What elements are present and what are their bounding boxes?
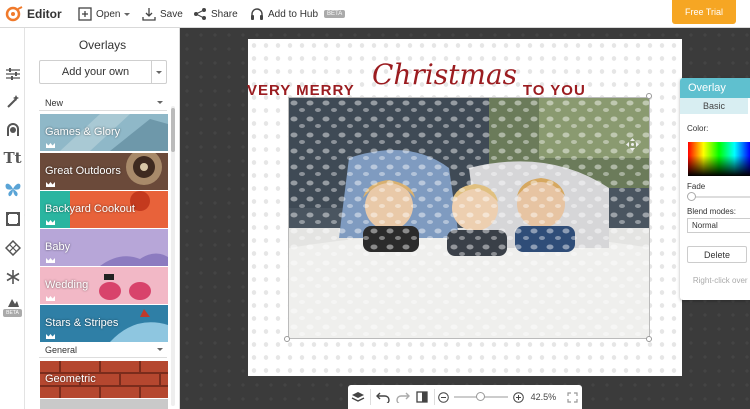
blend-label: Blend modes:	[687, 207, 736, 216]
overlay-tile-next[interactable]	[40, 399, 168, 409]
save-label: Save	[160, 8, 183, 20]
add-to-hub-button[interactable]: Add to Hub BETA	[250, 0, 346, 28]
section-label: General	[45, 344, 78, 355]
butterfly-icon[interactable]	[0, 178, 25, 200]
delete-button[interactable]: Delete	[687, 246, 747, 263]
tile-label: Wedding	[45, 279, 89, 291]
save-button[interactable]: Save	[142, 0, 183, 28]
resize-handle[interactable]	[646, 93, 652, 99]
overlay-properties-panel: Overlay Basic Color: Fade Blend modes: N…	[680, 78, 750, 300]
sliders-icon[interactable]	[0, 63, 25, 85]
open-icon	[78, 7, 92, 21]
overlay-tile-great-outdoors[interactable]: Great Outdoors	[40, 153, 168, 190]
fade-label: Fade	[687, 182, 706, 191]
crown-icon	[46, 220, 55, 225]
zoom-value: 42.5%	[530, 392, 557, 402]
tile-label: Backyard Cookout	[45, 203, 135, 215]
zoom-out-icon[interactable]	[437, 385, 450, 409]
props-title: Overlay	[680, 78, 750, 98]
beta-icon[interactable]: BETA	[0, 296, 25, 318]
photo-image	[289, 98, 649, 338]
section-select-new[interactable]: New	[39, 95, 167, 111]
tile-label: Geometric	[45, 373, 96, 385]
logo-icon	[5, 6, 23, 22]
add-your-own-label: Add your own	[40, 61, 152, 83]
app-logo[interactable]: Editor	[5, 0, 62, 28]
share-button[interactable]: Share	[193, 0, 238, 28]
tile-thumbnail	[40, 399, 168, 409]
crown-icon	[46, 296, 55, 301]
section-label: New	[45, 97, 64, 108]
overlay-tile-geometric[interactable]: Geometric	[40, 361, 168, 398]
magic-wand-icon[interactable]	[0, 91, 25, 113]
tile-label: Great Outdoors	[45, 165, 121, 177]
panel-scrollbar-thumb[interactable]	[171, 108, 175, 152]
chevron-down-icon[interactable]	[152, 61, 166, 83]
fade-slider[interactable]	[690, 196, 750, 198]
save-icon	[142, 8, 156, 21]
layers-icon[interactable]	[348, 385, 368, 409]
open-label: Open	[96, 8, 121, 20]
overlay-tile-games-glory[interactable]: Games & Glory	[40, 114, 168, 151]
add-your-own-button[interactable]: Add your own	[39, 60, 167, 84]
overlay-tile-stars-stripes[interactable]: Stars & Stripes	[40, 305, 168, 342]
snowflake-icon[interactable]	[0, 266, 25, 288]
headline-script-text[interactable]: Christmas	[372, 58, 517, 91]
zoom-in-icon[interactable]	[512, 385, 525, 409]
chevron-down-icon	[157, 101, 163, 104]
panel-title: Overlays	[78, 38, 127, 52]
crown-icon	[46, 143, 55, 148]
color-label: Color:	[687, 124, 709, 133]
tile-label: Baby	[45, 241, 71, 253]
blend-mode-select[interactable]: Normal	[687, 218, 750, 233]
resize-handle[interactable]	[646, 336, 652, 342]
tool-rail: Tt BETA	[0, 28, 29, 409]
text-icon[interactable]: Tt	[0, 147, 25, 169]
crown-icon	[46, 334, 55, 339]
headphones-icon	[251, 8, 263, 20]
compare-icon[interactable]	[412, 385, 432, 409]
crown-icon	[46, 258, 55, 263]
fade-slider-knob[interactable]	[687, 192, 696, 201]
face-icon[interactable]	[0, 119, 25, 141]
rail-beta-label: BETA	[3, 309, 22, 317]
share-label: Share	[211, 8, 238, 20]
crown-icon	[46, 182, 55, 187]
move-icon[interactable]	[626, 138, 639, 154]
tab-basic[interactable]: Basic	[680, 98, 748, 114]
hint-text: Right-click over optio	[692, 276, 750, 285]
zoom-slider[interactable]	[453, 392, 508, 401]
redo-icon[interactable]	[393, 385, 413, 409]
texture-icon[interactable]	[0, 237, 25, 259]
bottom-toolbar: 42.5%	[348, 385, 582, 409]
add-to-hub-label: Add to Hub	[268, 8, 319, 20]
divider	[369, 389, 371, 405]
canvas-photo[interactable]	[288, 97, 650, 339]
free-trial-button[interactable]: Free Trial	[672, 0, 736, 24]
tile-label: Games & Glory	[45, 126, 121, 138]
overlays-panel: Overlays Add your own New Games & Glory …	[25, 28, 180, 409]
overlay-tile-baby[interactable]: Baby	[40, 229, 168, 266]
frame-icon[interactable]	[0, 208, 25, 230]
share-icon	[194, 8, 206, 20]
undo-icon[interactable]	[373, 385, 393, 409]
chevron-down-icon	[157, 348, 163, 351]
zoom-slider-knob[interactable]	[475, 392, 485, 401]
divider	[434, 389, 436, 405]
overlay-tile-backyard-cookout[interactable]: Backyard Cookout	[40, 191, 168, 228]
resize-handle[interactable]	[284, 336, 290, 342]
color-picker[interactable]	[688, 142, 750, 176]
beta-badge: BETA	[324, 10, 346, 18]
open-menu-button[interactable]: Open	[78, 0, 131, 28]
fullscreen-icon[interactable]	[562, 385, 582, 409]
tile-label: Stars & Stripes	[45, 317, 119, 329]
chevron-down-icon	[124, 12, 131, 16]
section-select-general[interactable]: General	[39, 342, 167, 358]
app-title: Editor	[27, 7, 62, 21]
top-toolbar: Editor Open Save Share Add to Hub BETA F…	[0, 0, 750, 28]
overlay-tile-wedding[interactable]: Wedding	[40, 267, 168, 304]
